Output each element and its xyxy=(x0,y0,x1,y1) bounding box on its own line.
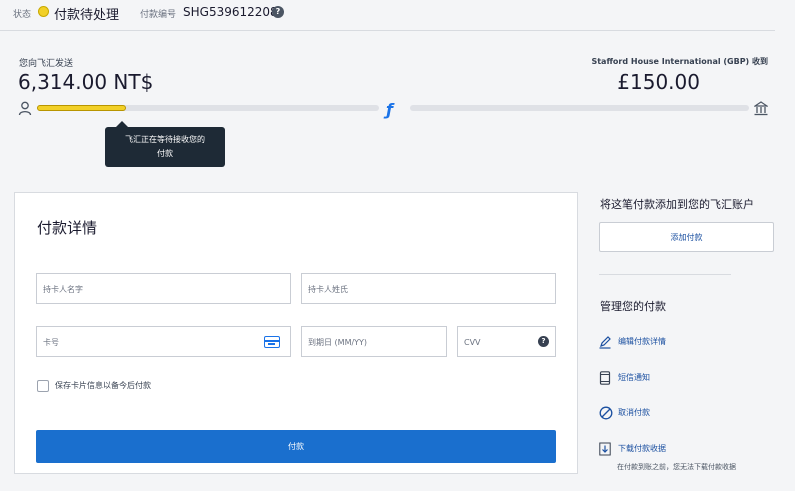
first-name-field[interactable]: 持卡人名字 xyxy=(36,273,291,304)
user-icon xyxy=(18,101,32,116)
add-payment-button[interactable]: 添加付款 xyxy=(599,222,774,252)
payment-id-label: 付款编号 xyxy=(140,10,177,20)
payment-details-title: 付款详情 xyxy=(37,219,98,237)
status-tooltip: 飞汇正在等待接收您的 付款 xyxy=(105,127,225,167)
expiry-field[interactable]: 到期日 (MM/YY) xyxy=(301,326,447,357)
cvv-help-icon[interactable]: ? xyxy=(538,336,549,347)
payment-id-value: SHG539612208 xyxy=(183,5,278,19)
tooltip-line-1: 飞汇正在等待接收您的 xyxy=(125,135,205,144)
manage-payment-title: 管理您的付款 xyxy=(600,300,666,313)
phone-icon xyxy=(599,371,611,385)
sidebar-divider xyxy=(599,274,731,275)
pay-button[interactable]: 付款 xyxy=(36,430,556,463)
pencil-icon xyxy=(599,336,611,349)
receive-label: Stafford House International (GBP) 收到 xyxy=(591,57,768,66)
status-value: 付款待处理 xyxy=(54,8,120,23)
save-card-label: 保存卡片信息以备今后付款 xyxy=(55,381,151,390)
status-indicator-dot xyxy=(38,6,49,17)
card-number-field[interactable]: 卡号 xyxy=(36,326,291,357)
download-receipt-note: 在付款到账之前，您无法下载付款收据 xyxy=(617,463,736,471)
download-icon xyxy=(599,442,611,456)
download-receipt-label: 下载付款收据 xyxy=(618,444,666,453)
edit-payment-details-label: 编辑付款详情 xyxy=(618,337,666,346)
progress-track-recipient xyxy=(410,105,749,111)
cvv-placeholder: CVV xyxy=(464,338,481,347)
credit-card-icon xyxy=(264,336,280,348)
card-number-placeholder: 卡号 xyxy=(43,338,59,347)
receive-amount: £150.00 xyxy=(617,70,700,94)
payment-details-card: 付款详情 持卡人名字 持卡人姓氏 卡号 到期日 (MM/YY) CVV ? 保存… xyxy=(14,192,578,474)
flywire-logo-icon: ƒ xyxy=(386,100,393,119)
last-name-placeholder: 持卡人姓氏 xyxy=(308,285,348,294)
cancel-payment-label: 取消付款 xyxy=(618,408,650,417)
expiry-placeholder: 到期日 (MM/YY) xyxy=(308,338,368,347)
help-icon[interactable]: ? xyxy=(272,6,284,18)
last-name-field[interactable]: 持卡人姓氏 xyxy=(301,273,556,304)
status-label: 状态 xyxy=(13,10,32,20)
tooltip-line-2: 付款 xyxy=(157,149,173,158)
progress-fill xyxy=(37,105,126,111)
add-to-account-title: 将这笔付款添加到您的飞汇账户 xyxy=(600,198,754,211)
status-bar: 状态 付款待处理 付款编号 SHG539612208 ? xyxy=(0,0,775,31)
cvv-field[interactable]: CVV ? xyxy=(457,326,556,357)
bank-icon xyxy=(754,101,768,116)
save-card-checkbox[interactable] xyxy=(37,380,49,392)
send-amount: 6,314.00 NT$ xyxy=(18,70,154,94)
cancel-icon xyxy=(599,406,613,420)
send-label: 您向飞汇发送 xyxy=(19,59,74,69)
first-name-placeholder: 持卡人名字 xyxy=(43,285,83,294)
progress-track-sender xyxy=(37,105,379,111)
sms-notification-label: 短信通知 xyxy=(618,373,650,382)
